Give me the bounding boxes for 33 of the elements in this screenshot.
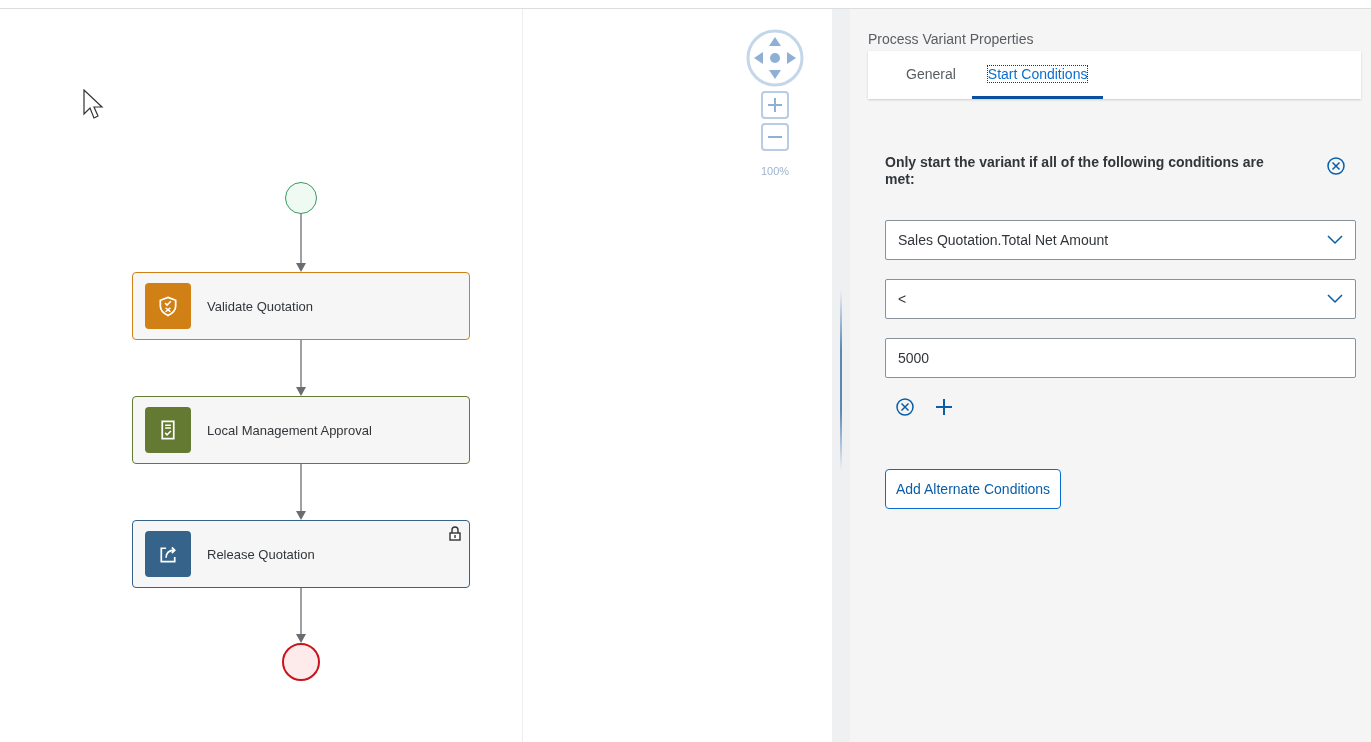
start-event[interactable]: [285, 182, 317, 214]
splitter-handle[interactable]: [840, 289, 842, 470]
task-node[interactable]: Release Quotation: [132, 520, 470, 588]
task-label: Validate Quotation: [207, 298, 313, 314]
zoom-out-button[interactable]: [761, 123, 789, 151]
connector-arrow: [296, 339, 306, 396]
select-field[interactable]: <: [885, 279, 1356, 319]
pan-control-icon[interactable]: [746, 29, 804, 87]
panel-title: Process Variant Properties: [868, 31, 1035, 47]
end-event[interactable]: [282, 643, 320, 681]
connector-arrow: [296, 463, 306, 520]
task-node[interactable]: Validate Quotation: [132, 272, 470, 340]
chevron-down-icon: [1327, 294, 1343, 304]
chevron-down-icon: [1327, 235, 1343, 245]
tab[interactable]: Start Conditions: [971, 51, 1104, 99]
value-field[interactable]: 5000: [885, 338, 1356, 378]
add-alternate-conditions-button[interactable]: Add Alternate Conditions: [885, 469, 1062, 509]
cursor-icon: [83, 89, 105, 121]
remove-icon[interactable]: [1326, 156, 1346, 176]
task-label: Release Quotation: [207, 546, 315, 562]
zoom-in-button[interactable]: [761, 91, 789, 119]
remove-icon[interactable]: [895, 397, 915, 417]
minus-icon: [768, 136, 782, 138]
condition-text: Only start the variant if all of the following conditions are met:: [885, 154, 1265, 188]
connector-arrow: [296, 213, 306, 272]
plus-icon: [766, 96, 784, 114]
tab[interactable]: General: [890, 51, 972, 99]
connector-arrow: [296, 587, 306, 643]
task-label: Local Management Approval: [207, 422, 372, 438]
zoom-level: 100%: [760, 165, 790, 177]
select-field[interactable]: Sales Quotation.Total Net Amount: [885, 220, 1356, 260]
task-node[interactable]: Local Management Approval: [132, 396, 470, 464]
add-icon[interactable]: [935, 398, 953, 416]
